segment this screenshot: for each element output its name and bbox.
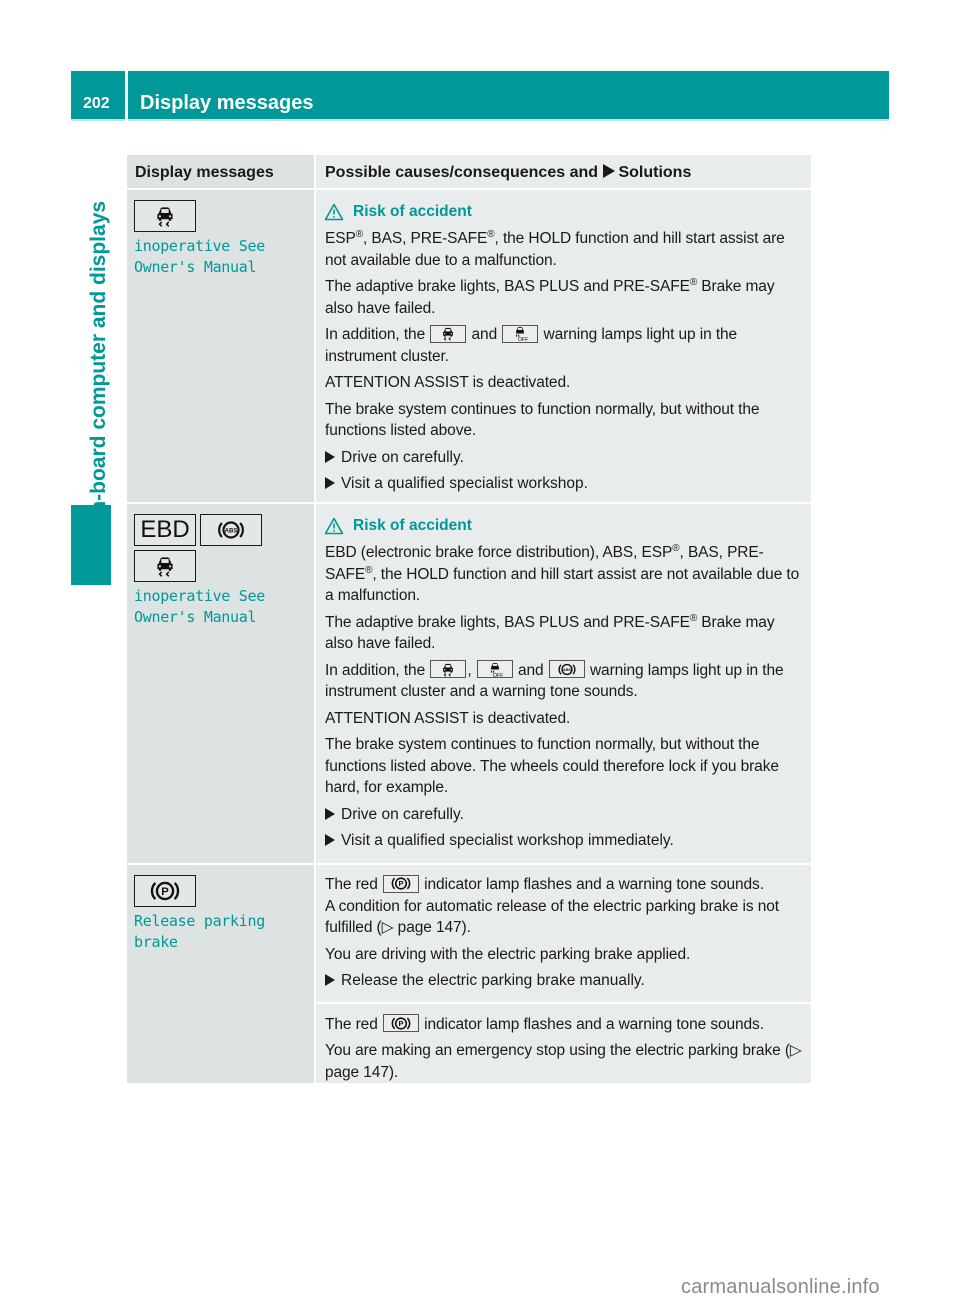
header-divider <box>125 71 128 121</box>
causes-cell: Risk of accident EBD (electronic brake f… <box>314 504 811 863</box>
cause-text: ATTENTION ASSIST is deactivated. <box>325 374 571 391</box>
page-reference[interactable]: page 147 <box>325 1064 389 1081</box>
side-tab-marker <box>71 505 111 585</box>
page-ref-arrow-icon: ▷ <box>381 919 394 936</box>
cause-block: The red indicator lamp flashes and a war… <box>316 865 811 1002</box>
cause-text: In addition, the , and warning lamps lig… <box>325 660 784 700</box>
display-cell: EBD inoperative See Owner's Manual <box>127 504 314 863</box>
cause-text: The adaptive brake lights, BAS PLUS and … <box>325 612 775 652</box>
solution-step: Drive on carefully. <box>325 447 803 469</box>
solution-arrow-icon <box>603 164 616 178</box>
esp-skid-icon <box>430 324 467 343</box>
cause-text: EBD (electronic brake force distribution… <box>325 543 800 605</box>
display-message: Release parking brake <box>134 912 265 951</box>
cause-text: The red indicator lamp flashes and a war… <box>325 874 764 893</box>
step-arrow-icon <box>325 834 335 846</box>
cause-text: The brake system continues to function n… <box>325 400 760 440</box>
step-arrow-icon <box>325 450 335 463</box>
display-message: inoperative See Owner's Manual <box>134 237 265 276</box>
display-cell: inoperative See Owner's Manual <box>127 190 314 502</box>
cause-text: ATTENTION ASSIST is deactivated. <box>325 709 571 727</box>
table-header: Display messages Possible causes/consequ… <box>127 155 811 190</box>
cause-text: In addition, the and warning lamps light… <box>325 324 738 365</box>
display-messages-table: Display messages Possible causes/consequ… <box>127 155 811 1083</box>
parking-brake-icon <box>382 874 419 893</box>
side-section-label: On-board computer and displays <box>87 200 110 530</box>
page-reference[interactable]: page 147 <box>398 919 462 936</box>
page-ref-arrow-icon: ▷ <box>789 1042 802 1059</box>
risk-warning: Risk of accident <box>316 190 811 222</box>
page-title: Display messages <box>140 92 314 114</box>
table-row: EBD inoperative See Owner's Manual Risk … <box>127 504 811 865</box>
esp-off-icon <box>476 660 513 678</box>
solution-step: Visit a qualified specialist workshop im… <box>325 830 803 852</box>
esp-off-icon <box>502 324 539 343</box>
ebd-icon: EBD <box>134 514 196 546</box>
display-cell: Release parking brake <box>127 865 314 1083</box>
column-header-solutions-text: Solutions <box>618 164 692 181</box>
solution-step: Visit a qualified specialist workshop. <box>325 473 803 495</box>
esp-skid-icon <box>430 660 467 678</box>
column-header-causes-text: Possible causes/consequences and <box>325 164 599 181</box>
causes-cell: The red indicator lamp flashes and a war… <box>314 865 811 1083</box>
cause-block: The red indicator lamp flashes and a war… <box>316 1001 811 1084</box>
page-header: 202 Display messages <box>71 71 889 121</box>
page-number: 202 <box>83 95 110 112</box>
table-row: inoperative See Owner's Manual Risk of a… <box>127 190 811 504</box>
esp-skid-icon <box>134 550 196 582</box>
cause-text: ESP®, BAS, PRE-SAFE®, the HOLD function … <box>325 229 785 269</box>
table-row: Release parking brake The red indicator … <box>127 865 811 1083</box>
cause-text: A condition for automatic release of the… <box>325 897 779 937</box>
abs-icon <box>548 660 585 678</box>
step-arrow-icon <box>325 974 335 986</box>
causes-cell: Risk of accident ESP®, BAS, PRE-SAFE®, t… <box>314 190 811 502</box>
cause-text: The brake system continues to function n… <box>325 736 779 796</box>
solution-step: Drive on carefully. <box>325 804 803 826</box>
parking-brake-icon <box>382 1014 419 1032</box>
cause-text: You are making an emergency stop using t… <box>325 1042 802 1081</box>
warning-triangle-icon <box>324 203 344 221</box>
step-arrow-icon <box>325 477 335 489</box>
cause-text: The adaptive brake lights, BAS PLUS and … <box>325 277 775 317</box>
parking-brake-icon <box>134 875 196 907</box>
column-header-causes: Possible causes/consequences and Solutio… <box>314 155 811 188</box>
warning-triangle-icon <box>324 517 344 535</box>
solution-step: Release the electric parking brake manua… <box>325 970 803 992</box>
column-header-display: Display messages <box>127 155 314 188</box>
abs-icon <box>200 514 262 546</box>
cause-text: You are driving with the electric parkin… <box>325 945 691 963</box>
step-arrow-icon <box>325 807 335 820</box>
cause-text: The red indicator lamp flashes and a war… <box>325 1014 764 1033</box>
risk-warning: Risk of accident <box>316 504 811 536</box>
display-message: inoperative See Owner's Manual <box>134 587 265 626</box>
esp-skid-icon <box>134 200 196 232</box>
watermark: carmanualsonline.info <box>681 1276 880 1298</box>
